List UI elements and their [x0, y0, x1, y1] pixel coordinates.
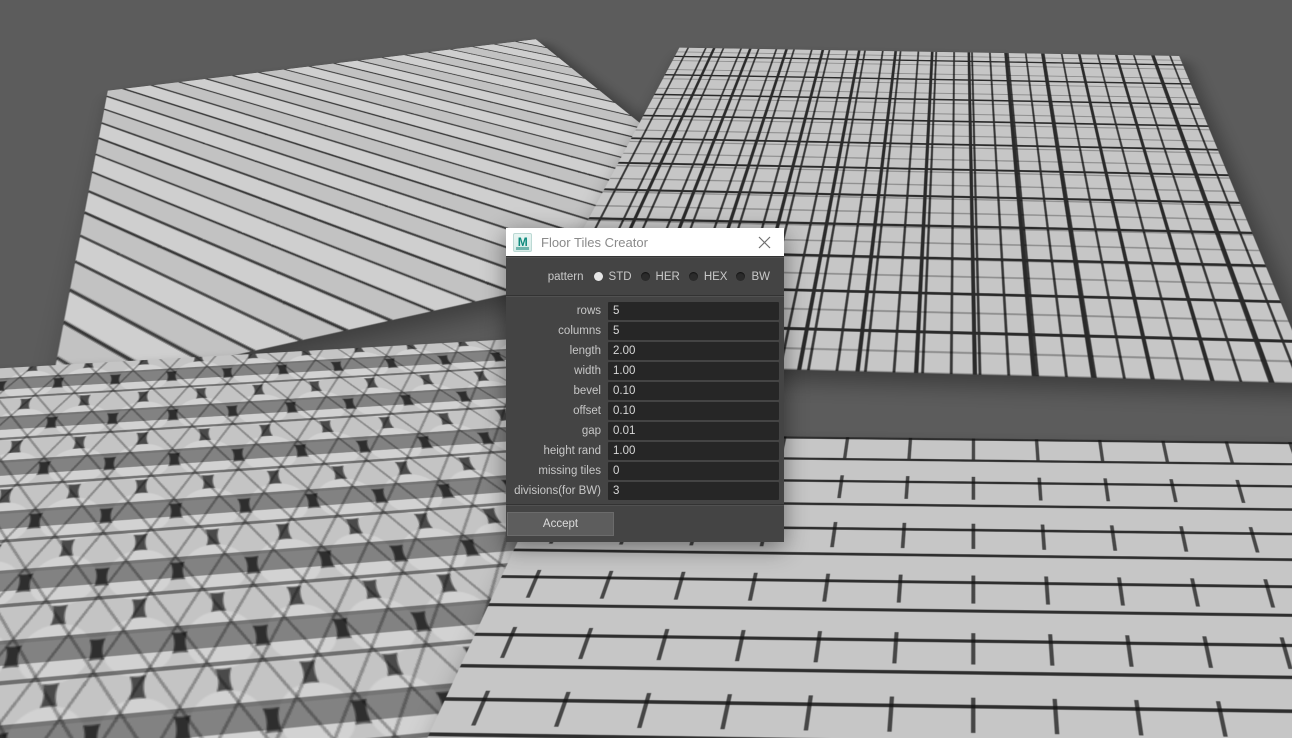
radio-pattern-bw[interactable]: BW: [736, 271, 770, 283]
label-rows: rows: [506, 305, 608, 317]
input-divisions-bw[interactable]: [608, 482, 779, 500]
pattern-row: pattern STD HER HEX BW: [506, 258, 784, 295]
radio-dot-bw-icon: [736, 272, 745, 281]
radio-label-her: HER: [656, 271, 680, 283]
input-width[interactable]: [608, 362, 779, 380]
dialog-titlebar[interactable]: M Floor Tiles Creator: [506, 228, 784, 256]
field-row-columns: columns: [506, 321, 781, 341]
label-width: width: [506, 365, 608, 377]
parameter-fields: rows columns length width bevel offset: [506, 297, 784, 504]
dialog-title: Floor Tiles Creator: [541, 235, 744, 250]
field-row-rows: rows: [506, 301, 781, 321]
maya-m-icon: M: [513, 233, 532, 252]
field-row-divisions-bw: divisions(for BW): [506, 481, 781, 501]
pattern-label: pattern: [548, 271, 584, 283]
dialog-body: pattern STD HER HEX BW rows 5 columns 5 …: [506, 256, 784, 542]
radio-dot-hex-icon: [689, 272, 698, 281]
input-columns[interactable]: [608, 322, 779, 340]
input-offset[interactable]: [608, 402, 779, 420]
field-row-bevel: bevel: [506, 381, 781, 401]
field-row-offset: offset: [506, 401, 781, 421]
floor-tiles-creator-dialog[interactable]: M Floor Tiles Creator pattern STD HER HE…: [506, 228, 784, 542]
field-row-gap: gap: [506, 421, 781, 441]
label-divisions-bw: divisions(for BW): [506, 485, 608, 497]
field-row-length: length: [506, 341, 781, 361]
input-bevel[interactable]: [608, 382, 779, 400]
input-rows[interactable]: [608, 302, 779, 320]
radio-label-hex: HEX: [704, 271, 728, 283]
label-height-rand: height rand: [506, 445, 608, 457]
label-missing-tiles: missing tiles: [506, 465, 608, 477]
radio-dot-std-icon: [594, 272, 603, 281]
input-length[interactable]: [608, 342, 779, 360]
label-length: length: [506, 345, 608, 357]
label-columns: columns: [506, 325, 608, 337]
radio-label-std: STD: [609, 271, 632, 283]
input-height-rand[interactable]: [608, 442, 779, 460]
label-offset: offset: [506, 405, 608, 417]
radio-pattern-her[interactable]: HER: [641, 271, 680, 283]
radio-pattern-std[interactable]: STD: [594, 271, 632, 283]
accept-button[interactable]: Accept: [507, 512, 614, 536]
field-row-width: width: [506, 361, 781, 381]
dialog-footer: Accept: [506, 506, 784, 542]
pattern-radio-group[interactable]: STD HER HEX BW: [594, 271, 770, 283]
input-gap[interactable]: [608, 422, 779, 440]
radio-pattern-hex[interactable]: HEX: [689, 271, 728, 283]
label-bevel: bevel: [506, 385, 608, 397]
radio-label-bw: BW: [751, 271, 770, 283]
field-row-missing-tiles: missing tiles: [506, 461, 781, 481]
input-missing-tiles[interactable]: [608, 462, 779, 480]
field-row-height-rand: height rand: [506, 441, 781, 461]
label-gap: gap: [506, 425, 608, 437]
radio-dot-her-icon: [641, 272, 650, 281]
close-icon[interactable]: [744, 228, 784, 256]
